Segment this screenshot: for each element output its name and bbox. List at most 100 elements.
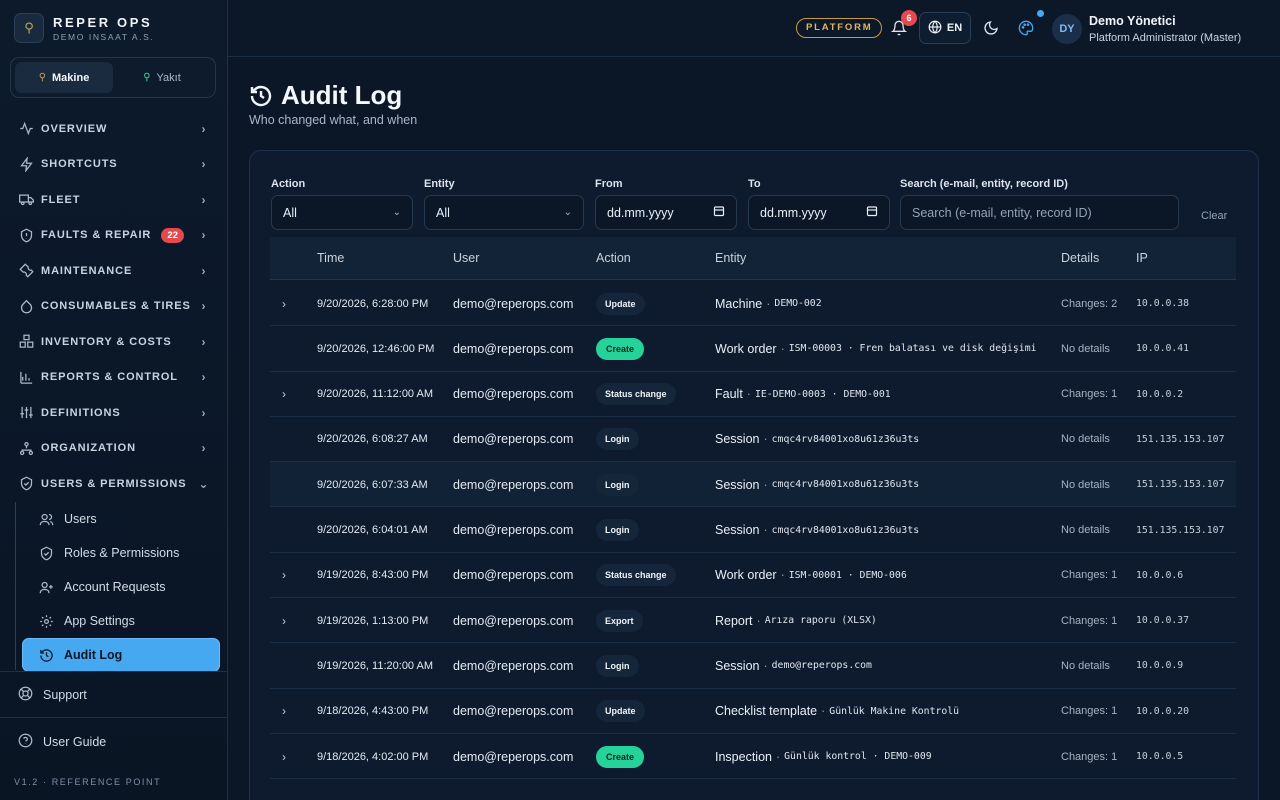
chevron-right-icon: › — [201, 370, 207, 385]
column-header-user[interactable]: User — [453, 251, 479, 265]
sidebar-item-users[interactable]: Users — [22, 502, 220, 536]
expand-row-chevron-icon[interactable]: › — [282, 553, 286, 598]
sidebar-item-fleet[interactable]: FLEET › — [0, 182, 228, 218]
search-input[interactable] — [912, 205, 1167, 220]
column-header-entity[interactable]: Entity — [715, 251, 746, 265]
module-switcher: ⚲ Makine ⚲ Yakıt — [10, 57, 216, 98]
palette-indicator-dot — [1037, 10, 1044, 17]
moon-icon[interactable] — [983, 20, 999, 36]
row-ip: 10.0.0.9 — [1136, 660, 1184, 672]
table-row[interactable]: › 9/20/2026, 11:12:00 AM demo@reperops.com… — [270, 372, 1236, 417]
app-version: V1.2 · REFERENCE POINT — [14, 777, 162, 787]
language-button[interactable]: EN — [919, 12, 971, 44]
row-ip: 10.0.0.6 — [1136, 569, 1184, 581]
sidebar-item-user-guide[interactable]: User Guide — [0, 717, 228, 765]
entity-filter-select[interactable]: All ⌄ — [424, 195, 584, 230]
entity-type: Session — [715, 432, 760, 447]
row-entity: Report · Arıza raporu (XLSX) — [715, 613, 877, 628]
sidebar-item-overview[interactable]: OVERVIEW › — [0, 111, 228, 147]
sidebar-item-shortcuts[interactable]: SHORTCUTS › — [0, 147, 228, 183]
table-row[interactable]: › 9/19/2026, 8:43:00 PM demo@reperops.com S… — [270, 553, 1236, 599]
sidebar-item-app-settings[interactable]: App Settings — [22, 604, 220, 638]
table-row[interactable]: 9/20/2026, 12:46:00 PM demo@reperops.com C… — [270, 326, 1236, 372]
sidebar-item-inventory-costs[interactable]: INVENTORY & COSTS › — [0, 324, 228, 360]
avatar[interactable]: DY — [1052, 14, 1082, 44]
chevron-down-icon: ⌄ — [198, 476, 210, 491]
column-header-action[interactable]: Action — [596, 251, 631, 265]
column-header-details[interactable]: Details — [1061, 251, 1099, 265]
table-row[interactable]: › 9/18/2026, 4:02:00 PM demo@reperops.com C… — [270, 734, 1236, 780]
org-chart-icon — [18, 440, 34, 456]
clear-filters-button[interactable]: Clear — [1201, 210, 1227, 222]
row-time: 9/19/2026, 1:13:00 PM — [317, 614, 429, 627]
sidebar-item-account-requests[interactable]: Account Requests — [22, 570, 220, 604]
users-permissions-subnav: Users Roles & Permissions Account Reques… — [15, 502, 220, 672]
from-date-input[interactable]: dd.mm.yyyy — [595, 195, 737, 230]
action-badge: Status change — [596, 564, 676, 587]
to-date-label: To — [748, 178, 761, 190]
table-row[interactable]: › 9/20/2026, 6:28:00 PM demo@reperops.com U… — [270, 281, 1236, 327]
history-icon — [249, 84, 273, 108]
module-fuel-button[interactable]: ⚲ Yakıt — [113, 62, 211, 93]
row-details: Changes: 1 — [1061, 614, 1118, 627]
expand-row-chevron-icon[interactable]: › — [282, 734, 286, 779]
table-row[interactable]: 9/20/2026, 6:04:01 AM demo@reperops.com Lo… — [270, 508, 1236, 553]
action-badge: Login — [596, 428, 639, 451]
shield-icon — [18, 227, 34, 243]
from-date-label: From — [595, 178, 623, 190]
sidebar-item-faults-repair[interactable]: FAULTS & REPAIR 22 › — [0, 218, 228, 254]
row-user: demo@reperops.com — [453, 613, 574, 628]
entity-reference: ISM-00003 · Fren balatası ve disk değişi… — [788, 343, 1037, 355]
expand-row-chevron-icon[interactable]: › — [282, 689, 286, 734]
table-row[interactable]: › 9/18/2026, 4:43:00 PM demo@reperops.com U… — [270, 689, 1236, 734]
entity-reference: DEMO-002 — [774, 298, 822, 309]
palette-icon[interactable] — [1018, 20, 1034, 36]
expand-row-chevron-icon[interactable]: › — [282, 281, 286, 326]
row-details: No details — [1061, 433, 1110, 446]
table-row[interactable]: › 9/19/2026, 1:13:00 PM demo@reperops.com E… — [270, 598, 1236, 644]
activity-icon — [18, 121, 34, 137]
action-filter-select[interactable]: All ⌄ — [271, 195, 413, 230]
entity-reference: cmqc4rv84001xo8u61z36u3ts — [771, 433, 920, 445]
module-machine-button[interactable]: ⚲ Makine — [15, 62, 113, 93]
table-row[interactable]: 9/20/2026, 6:07:33 AM demo@reperops.com Lo… — [270, 462, 1236, 508]
sidebar-item-users-permissions[interactable]: USERS & PERMISSIONS ⌄ — [0, 466, 228, 502]
row-ip: 10.0.0.37 — [1136, 615, 1190, 627]
sidebar-item-support[interactable]: Support — [0, 671, 228, 717]
to-date-input[interactable]: dd.mm.yyyy — [748, 195, 890, 230]
row-time: 9/18/2026, 4:43:00 PM — [317, 705, 429, 718]
calendar-icon[interactable] — [866, 205, 878, 220]
table-row[interactable]: 9/20/2026, 6:08:27 AM demo@reperops.com Lo… — [270, 417, 1236, 463]
brand[interactable]: ⚲ REPER OPS DEMO INSAAT A.S. — [14, 13, 154, 43]
sidebar-item-reports-control[interactable]: REPORTS & CONTROL › — [0, 360, 228, 396]
fuel-icon: ⚲ — [143, 72, 151, 83]
row-entity: Session · cmqc4rv84001xo8u61z36u3ts — [715, 477, 920, 492]
search-field — [900, 195, 1179, 230]
row-ip: 151.135.153.107 — [1136, 479, 1225, 491]
sidebar-item-maintenance[interactable]: MAINTENANCE › — [0, 253, 228, 289]
action-badge: Login — [596, 654, 639, 677]
row-entity: Work order · ISM-00003 · Fren balatası ve … — [715, 341, 1037, 356]
table-row[interactable]: 9/19/2026, 11:20:00 AM demo@reperops.com L… — [270, 643, 1236, 689]
column-header-ip[interactable]: IP — [1136, 251, 1148, 265]
sidebar-item-organization[interactable]: ORGANIZATION › — [0, 431, 228, 467]
row-details: Changes: 1 — [1061, 569, 1118, 582]
sidebar-item-consumables-tires[interactable]: CONSUMABLES & TIRES › — [0, 289, 228, 325]
row-user: demo@reperops.com — [453, 296, 574, 311]
action-badge: Create — [596, 745, 645, 768]
expand-row-chevron-icon[interactable]: › — [282, 372, 286, 417]
sidebar-item-audit-log[interactable]: Audit Log — [22, 638, 220, 672]
entity-reference: cmqc4rv84001xo8u61z36u3ts — [771, 524, 920, 536]
row-details: No details — [1061, 659, 1110, 672]
expand-row-chevron-icon[interactable]: › — [282, 598, 286, 643]
sidebar-item-roles-permissions[interactable]: Roles & Permissions — [22, 536, 220, 570]
column-header-time[interactable]: Time — [317, 251, 344, 265]
page-title: Audit Log — [281, 80, 403, 110]
row-user: demo@reperops.com — [453, 704, 574, 719]
action-badge: Create — [596, 337, 645, 360]
platform-badge[interactable]: PLATFORM — [796, 18, 883, 38]
calendar-icon[interactable] — [713, 205, 725, 220]
entity-type: Session — [715, 658, 760, 673]
sidebar-item-definitions[interactable]: DEFINITIONS › — [0, 395, 228, 431]
entity-type: Checklist template — [715, 704, 818, 719]
